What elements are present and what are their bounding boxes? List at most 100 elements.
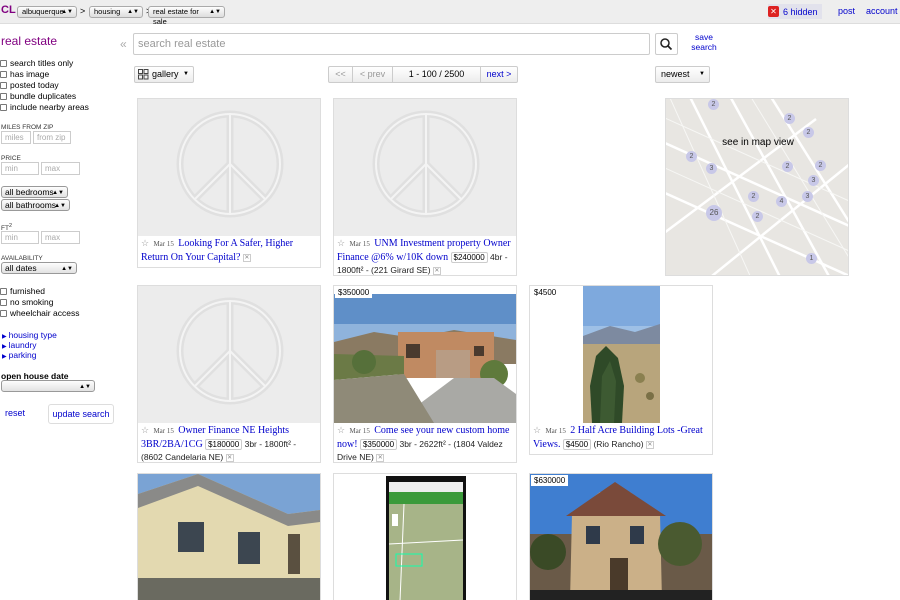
house-photo [530, 474, 712, 600]
price-tag: $630000 [531, 475, 569, 486]
prev-page-button[interactable]: < prev [353, 67, 393, 82]
checkbox-bundle-duplicates[interactable]: bundle duplicates [0, 91, 76, 101]
favorite-star-icon[interactable]: ☆ [141, 425, 149, 435]
listing-card[interactable] [333, 473, 517, 600]
reset-link[interactable]: reset [5, 408, 25, 418]
hide-icon[interactable]: ✕ [645, 440, 654, 449]
search-icon [660, 38, 673, 51]
toggle-laundry[interactable]: ▶ laundry [2, 340, 37, 350]
hide-icon[interactable]: ✕ [225, 453, 234, 462]
search-button[interactable] [655, 33, 678, 55]
view-mode-select[interactable]: gallery ▼ [134, 66, 194, 83]
favorite-star-icon[interactable]: ☆ [337, 425, 345, 435]
map-pin[interactable]: 2 [686, 151, 697, 162]
toggle-parking[interactable]: ▶ parking [2, 350, 37, 360]
hide-icon[interactable]: ✕ [376, 453, 385, 462]
chevron-down-icon: ▲▼ [127, 9, 139, 15]
result-range: 1 - 100 / 2500 [393, 67, 481, 82]
listing-photo[interactable] [334, 474, 516, 600]
hide-icon[interactable]: ✕ [432, 266, 441, 275]
favorite-star-icon[interactable]: ☆ [533, 425, 541, 435]
checkbox-posted-today[interactable]: posted today [0, 80, 59, 90]
collapse-sidebar-icon[interactable]: « [120, 37, 127, 51]
toggle-housing-type[interactable]: ▶ housing type [2, 330, 57, 340]
checkbox[interactable] [0, 59, 7, 67]
map-pin[interactable]: 4 [776, 196, 787, 207]
listing-card[interactable]: ☆ Mar 15 UNM Investment property Owner F… [333, 98, 517, 276]
checkbox[interactable] [0, 298, 7, 306]
first-page-button[interactable]: << [329, 67, 353, 82]
map-pin[interactable]: 2 [708, 99, 719, 110]
placeholder-image[interactable] [138, 99, 320, 236]
listing-photo[interactable]: $4500 [530, 286, 712, 423]
checkbox[interactable] [0, 287, 7, 295]
map-pin[interactable]: 3 [706, 163, 717, 174]
zip-input[interactable]: from zip [33, 131, 71, 144]
miles-input[interactable]: miles [1, 131, 31, 144]
house-photo [138, 474, 320, 600]
post-link[interactable]: post [838, 6, 855, 16]
placeholder-image[interactable] [334, 99, 516, 236]
map-pin[interactable]: 2 [782, 161, 793, 172]
listing-date: Mar 15 [349, 427, 370, 435]
map-pin[interactable]: 2 [784, 113, 795, 124]
favorite-star-icon[interactable]: ☆ [141, 238, 149, 248]
checkbox-has-image[interactable]: has image [0, 69, 49, 79]
checkbox[interactable] [0, 92, 7, 100]
sort-select[interactable]: newest ▼ [655, 66, 710, 83]
bathrooms-select[interactable]: all bathrooms ▲▼ [1, 199, 70, 211]
checkbox[interactable] [0, 70, 7, 78]
listing-photo[interactable]: $350000 [334, 286, 516, 423]
map-preview[interactable]: 2 2 2 2 2 2 3 3 3 2 2 4 26 1 see in map … [665, 98, 849, 276]
listing-card[interactable]: $630000 [529, 473, 713, 600]
account-link[interactable]: account [866, 6, 898, 16]
hidden-posts-link[interactable]: ✕ 6 hidden [768, 4, 822, 19]
checkbox-nearby-areas[interactable]: include nearby areas [0, 102, 89, 112]
map-pin[interactable]: 26 [706, 205, 722, 221]
favorite-star-icon[interactable]: ☆ [337, 238, 345, 248]
craigslist-logo[interactable]: CL [1, 4, 16, 16]
listing-price: $240000 [450, 252, 488, 263]
save-search-link[interactable]: save search [690, 32, 718, 52]
listing-card[interactable] [137, 473, 321, 600]
breadcrumb-subcategory[interactable]: real estate for sale ▲▼ [148, 6, 225, 26]
breadcrumb-city[interactable]: albuquerque ▲▼ [17, 6, 77, 18]
map-pin[interactable]: 2 [815, 160, 826, 171]
listing-photo[interactable]: $630000 [530, 474, 712, 600]
bedrooms-select[interactable]: all bedrooms ▲▼ [1, 186, 68, 198]
price-max-input[interactable]: max [41, 162, 80, 175]
placeholder-image[interactable] [138, 286, 320, 423]
map-pin[interactable]: 3 [808, 175, 819, 186]
map-view-link[interactable]: see in map view [666, 137, 848, 148]
ft-min-input[interactable]: min [1, 231, 39, 244]
update-search-button[interactable]: update search [48, 404, 114, 424]
listing-date: Mar 15 [545, 427, 566, 435]
next-page-button[interactable]: next > [481, 67, 517, 82]
listing-photo[interactable] [138, 474, 320, 600]
hide-icon[interactable]: ✕ [242, 253, 251, 262]
map-pin[interactable]: 2 [752, 211, 763, 222]
checkbox[interactable] [0, 103, 7, 111]
breadcrumb-category[interactable]: housing ▲▼ [89, 6, 143, 18]
checkbox-furnished[interactable]: furnished [0, 286, 45, 296]
listing-card[interactable]: $350000 ☆ Mar 15 Come see your new custo… [333, 285, 517, 463]
checkbox-search-titles[interactable]: search titles only [0, 58, 73, 68]
price-tag: $350000 [335, 287, 373, 298]
ft-max-input[interactable]: max [41, 231, 80, 244]
search-input[interactable]: search real estate [133, 33, 650, 55]
checkbox[interactable] [0, 81, 7, 89]
map-pin[interactable]: 1 [806, 253, 817, 264]
map-screenshot-photo [386, 476, 466, 600]
checkbox[interactable] [0, 309, 7, 317]
checkbox-wheelchair[interactable]: wheelchair access [0, 308, 79, 318]
open-house-select[interactable]: ▲▼ [1, 380, 95, 392]
availability-select[interactable]: all dates ▲▼ [1, 262, 77, 274]
map-pin[interactable]: 2 [748, 191, 759, 202]
map-streets [666, 99, 848, 275]
checkbox-no-smoking[interactable]: no smoking [0, 297, 53, 307]
price-min-input[interactable]: min [1, 162, 39, 175]
listing-card[interactable]: ☆ Mar 15 Looking For A Safer, Higher Ret… [137, 98, 321, 268]
map-pin[interactable]: 3 [802, 191, 813, 202]
listing-card[interactable]: ☆ Mar 15 Owner Finance NE Heights 3BR/2B… [137, 285, 321, 463]
listing-card[interactable]: $4500 ☆ Mar 15 2 Half Acre Building Lots… [529, 285, 713, 455]
